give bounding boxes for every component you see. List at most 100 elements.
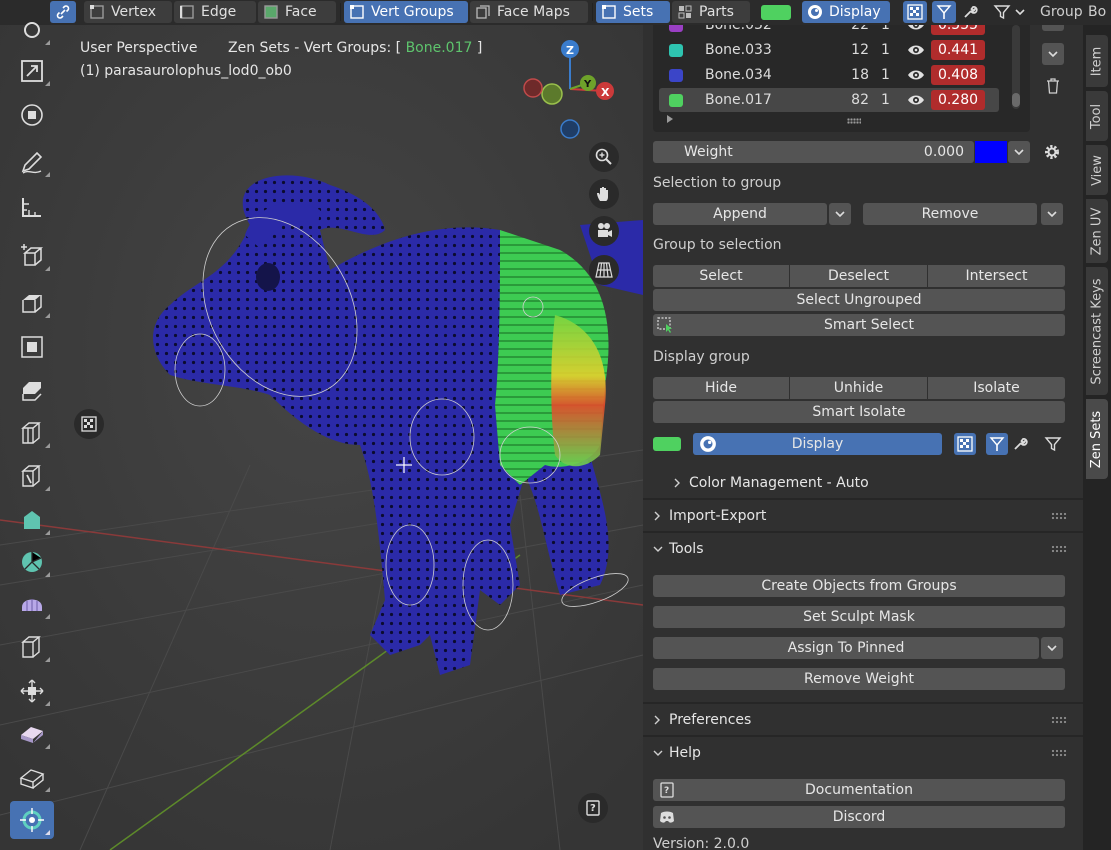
vertex-group-list[interactable]: Bone.032 22 1 0.555 Bone.033 12 1 0.441 Bone.034… (653, 25, 1030, 132)
list-scrollbar-thumb[interactable] (1012, 93, 1020, 107)
tab-view[interactable]: View (1086, 145, 1108, 195)
smart-select-button[interactable]: Smart Select (653, 314, 1065, 336)
eye-icon[interactable] (907, 25, 925, 32)
delete-group-button[interactable] (1042, 75, 1064, 97)
display-group-display-button[interactable]: Display (693, 433, 942, 455)
remove-button[interactable]: Remove (863, 203, 1037, 225)
edge-mode-button[interactable]: Edge (174, 1, 256, 23)
eye-icon[interactable] (907, 68, 925, 82)
drag-grip-icon[interactable] (1051, 512, 1067, 520)
checker-toggle-button[interactable] (903, 1, 927, 23)
face-maps-button[interactable]: Face Maps (470, 1, 588, 23)
display-filter-button[interactable] (1042, 433, 1064, 455)
remove-weight-button[interactable]: Remove Weight (653, 668, 1065, 690)
list-item[interactable]: Bone.032 22 1 0.555 (659, 25, 999, 37)
tool-measure[interactable] (10, 188, 54, 226)
deselect-button[interactable]: Deselect (790, 265, 927, 287)
display-group-color-swatch[interactable] (653, 437, 681, 451)
list-scrollbar[interactable] (1012, 25, 1020, 109)
sets-button[interactable]: Sets (596, 1, 670, 23)
list-resize-grip[interactable] (847, 118, 861, 124)
hierarchy-toggle-button[interactable] (932, 1, 956, 23)
filter-dropdown-button[interactable] (988, 1, 1030, 23)
assign-to-pinned-button[interactable]: Assign To Pinned (653, 637, 1039, 659)
parts-button[interactable]: Parts (672, 1, 750, 23)
group-color-swatch[interactable] (669, 68, 683, 82)
drag-grip-icon[interactable] (1051, 749, 1067, 757)
group-color-swatch[interactable] (761, 5, 791, 20)
pan-button[interactable] (589, 179, 619, 209)
discord-button[interactable]: Discord (653, 806, 1065, 828)
list-scroll-up-button[interactable] (1042, 25, 1064, 31)
drag-grip-icon[interactable] (1051, 716, 1067, 724)
display-button[interactable]: Display (802, 1, 890, 23)
tool-add-cube[interactable] (10, 237, 54, 275)
tool-spin[interactable] (10, 543, 54, 581)
tool-inset[interactable] (10, 328, 54, 366)
color-management-header[interactable]: Color Management - Auto (663, 470, 1063, 496)
vert-groups-button[interactable]: Vert Groups (344, 1, 468, 23)
assign-to-pinned-dropdown[interactable] (1041, 637, 1063, 659)
tool-annotate[interactable] (10, 143, 54, 181)
create-objects-button[interactable]: Create Objects from Groups (653, 575, 1065, 597)
tab-item[interactable]: Item (1086, 35, 1108, 87)
group-weight[interactable]: 0.555 (931, 25, 985, 35)
perspective-toggle-button[interactable] (589, 255, 619, 285)
camera-view-button[interactable] (589, 216, 619, 246)
select-button[interactable]: Select (653, 265, 789, 287)
group-weight[interactable]: 0.280 (931, 90, 985, 110)
set-sculpt-mask-button[interactable]: Set Sculpt Mask (653, 606, 1065, 628)
append-button[interactable]: Append (653, 203, 827, 225)
checker-overlay-button[interactable] (74, 409, 104, 439)
weight-field[interactable]: Weight 0.000 (653, 141, 974, 163)
group-weight[interactable]: 0.408 (931, 65, 985, 85)
weight-color-dropdown[interactable] (1008, 141, 1030, 163)
tab-zen-sets[interactable]: Zen Sets (1086, 399, 1108, 479)
unhide-button[interactable]: Unhide (790, 377, 927, 399)
list-expand-icon[interactable] (667, 115, 673, 123)
eye-icon[interactable] (907, 43, 925, 57)
eye-icon[interactable] (907, 93, 925, 107)
display-hierarchy-button[interactable] (986, 433, 1008, 455)
tool-poly-build[interactable] (10, 501, 54, 539)
vertex-mode-button[interactable]: Vertex (84, 1, 172, 23)
help-button[interactable]: ? (578, 793, 608, 823)
group-weight[interactable]: 0.441 (931, 40, 985, 60)
list-item[interactable]: Bone.034 18 1 0.408 (659, 63, 999, 87)
intersect-button[interactable]: Intersect (928, 265, 1065, 287)
tab-screencast-keys[interactable]: Screencast Keys (1086, 267, 1108, 395)
tool-edge-slide[interactable] (10, 758, 54, 796)
tab-tool[interactable]: Tool (1086, 91, 1108, 141)
tool-transform[interactable] (10, 96, 54, 134)
help-header[interactable]: Help (643, 740, 1083, 766)
3d-viewport[interactable]: Z X Y User Perspective (1) parasauroloph… (0, 25, 643, 850)
tool-extrude[interactable] (10, 284, 54, 322)
tool-shrink-fatten[interactable] (10, 672, 54, 710)
drag-grip-icon[interactable] (1051, 545, 1067, 553)
tool-scale[interactable] (10, 52, 54, 90)
smart-isolate-button[interactable]: Smart Isolate (653, 401, 1065, 423)
display-wrench-button[interactable] (1009, 433, 1031, 455)
tool-shear[interactable] (10, 628, 54, 666)
zoom-button[interactable] (589, 142, 619, 172)
tools-header[interactable]: Tools (643, 536, 1083, 562)
import-export-header[interactable]: Import-Export (643, 503, 1083, 529)
bo-menu[interactable]: Bo (1088, 1, 1111, 23)
tool-bevel[interactable] (10, 372, 54, 410)
select-ungrouped-button[interactable]: Select Ungrouped (653, 289, 1065, 311)
tab-zen-uv[interactable]: Zen UV (1086, 199, 1108, 263)
tool-zen-sets[interactable] (10, 801, 54, 839)
group-color-swatch[interactable] (669, 25, 683, 32)
display-checker-button[interactable] (954, 433, 976, 455)
tool-cursor[interactable] (10, 11, 54, 49)
list-item[interactable]: Bone.017 82 1 0.280 (659, 88, 999, 112)
group-color-swatch[interactable] (669, 93, 683, 107)
documentation-button[interactable]: ? Documentation (653, 779, 1065, 801)
append-dropdown[interactable] (829, 203, 851, 225)
tool-knife[interactable] (10, 457, 54, 495)
preferences-header[interactable]: Preferences (643, 707, 1083, 733)
remove-dropdown[interactable] (1041, 203, 1063, 225)
isolate-button[interactable]: Isolate (928, 377, 1065, 399)
tool-smooth[interactable] (10, 585, 54, 623)
tool-rip[interactable] (10, 715, 54, 753)
